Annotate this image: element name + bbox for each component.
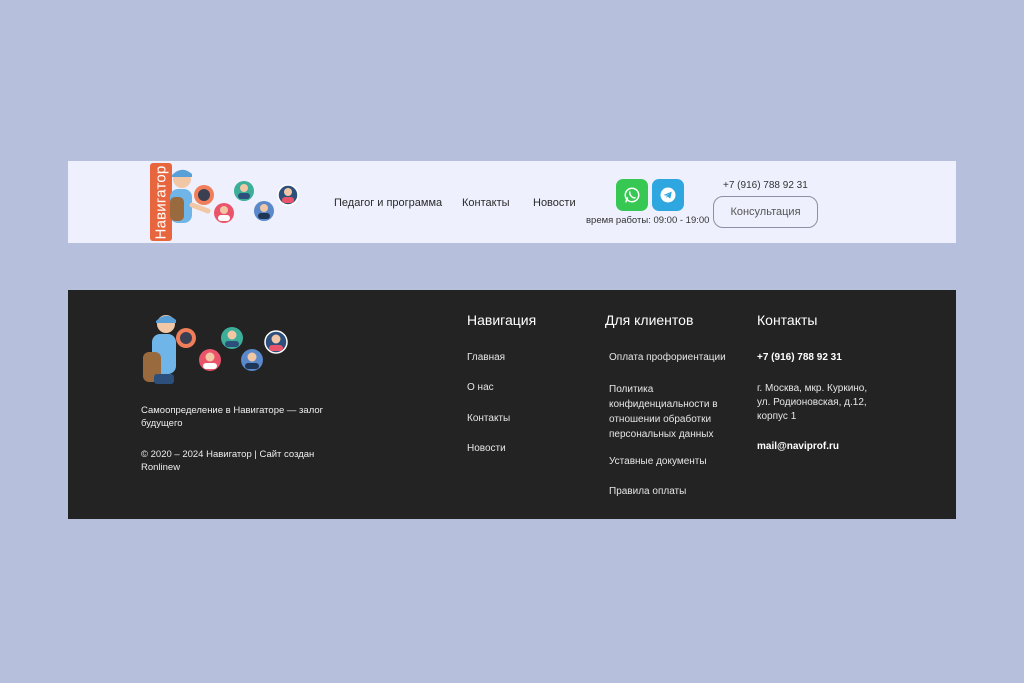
logo-illustration	[170, 169, 299, 223]
site-header: Навигатор Педагог и программа Контакты Н…	[68, 161, 956, 243]
footer-phone[interactable]: +7 (916) 788 92 31	[757, 351, 842, 365]
footer-address: г. Москва, мкр. Куркино, ул. Родионовска…	[757, 383, 868, 422]
footer-link-about[interactable]: О нас	[467, 381, 494, 395]
footer-link-charter-documents[interactable]: Уставные документы	[609, 455, 739, 469]
work-hours: время работы: 09:00 - 19:00	[586, 215, 710, 226]
logo-text: Навигатор	[152, 165, 170, 239]
footer-link-news[interactable]: Новости	[467, 442, 506, 456]
footer-link-payment-career[interactable]: Оплата профориентации	[609, 351, 739, 365]
whatsapp-button[interactable]	[616, 179, 648, 211]
footer-copyright: © 2020 – 2024 Навигатор | Сайт создан Ro…	[141, 449, 315, 473]
footer-link-contacts[interactable]: Контакты	[467, 412, 510, 426]
nav-link-contacts[interactable]: Контакты	[462, 197, 510, 209]
telegram-icon	[660, 187, 676, 203]
site-footer: Самоопределение в Навигаторе — залог буд…	[68, 290, 956, 519]
consultation-button[interactable]: Консультация	[713, 196, 818, 228]
header-phone[interactable]: +7 (916) 788 92 31	[723, 180, 808, 191]
nav-link-news[interactable]: Новости	[533, 197, 576, 209]
footer-link-privacy-policy[interactable]: Политика конфиденциальности в отношении …	[609, 382, 734, 442]
footer-link-home[interactable]: Главная	[467, 351, 505, 365]
footer-logo-illustration	[143, 315, 288, 384]
footer-clients-title: Для клиентов	[605, 312, 694, 328]
footer-tagline: Самоопределение в Навигаторе — залог буд…	[141, 405, 324, 429]
footer-contacts-title: Контакты	[757, 312, 818, 328]
whatsapp-icon	[624, 187, 640, 203]
footer-email[interactable]: mail@naviprof.ru	[757, 440, 839, 454]
telegram-button[interactable]	[652, 179, 684, 211]
footer-link-payment-rules[interactable]: Правила оплаты	[609, 485, 739, 499]
nav-link-pedagog[interactable]: Педагог и программа	[334, 197, 442, 209]
footer-nav-title: Навигация	[467, 312, 537, 328]
